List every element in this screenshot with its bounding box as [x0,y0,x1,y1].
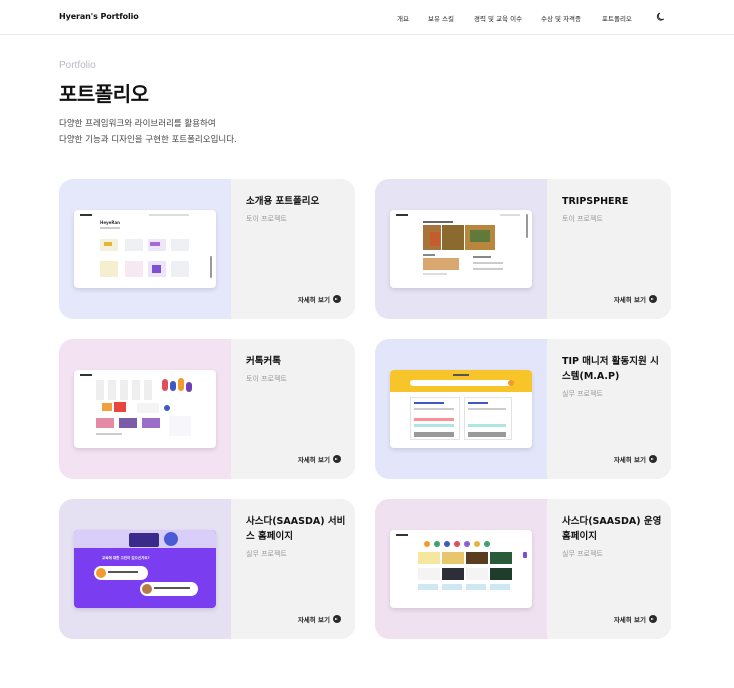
card-thumbnail [375,179,547,319]
nav-item-overview[interactable]: 개요 [397,13,409,23]
portfolio-card[interactable]: 커톡커톡 토이 프로젝트 자세히 보기 [59,339,355,479]
project-screenshot [390,530,532,608]
card-type: 토이 프로젝트 [246,215,287,223]
card-title: 사스다(SAASDA) 서비스 홈페이지 [246,516,346,542]
project-screenshot [390,210,532,288]
project-screenshot [74,370,216,448]
card-type: 실무 프로젝트 [562,550,603,558]
nav-item-career[interactable]: 경력 및 교육 이수 [474,13,522,23]
card-type: 실무 프로젝트 [246,550,287,558]
portfolio-card[interactable]: 사스다(SAASDA) 운영 홈페이지 실무 프로젝트 자세히 보기 [375,499,671,639]
detail-link-label: 자세히 보기 [613,456,646,464]
card-thumbnail: HeyeRan [59,179,231,319]
nav-item-portfolio[interactable]: 포트폴리오 [602,13,632,23]
portfolio-card[interactable]: 교육에 대한 고민이 있으신가요? 사스다(SAASDA) 서비스 홈페이지 실… [59,499,355,639]
card-info: 커톡커톡 토이 프로젝트 자세히 보기 [231,339,355,479]
project-screenshot: HeyeRan [74,210,216,288]
portfolio-card[interactable]: TRIPSPHERE 토이 프로젝트 자세히 보기 [375,179,671,319]
card-info: 소개용 포트폴리오 토이 프로젝트 자세히 보기 [231,179,355,319]
arrow-right-icon [333,295,341,303]
project-screenshot: 교육에 대한 고민이 있으신가요? [74,530,216,608]
arrow-right-icon [649,455,657,463]
project-screenshot [390,370,532,448]
card-title: TIP 매니저 활동지원 시스템(M.A.P) [562,356,659,382]
detail-link[interactable]: 자세히 보기 [614,294,657,304]
portfolio-card[interactable]: HeyeRan 소개용 포트폴리오 토이 프로젝트 자세히 보기 [59,179,355,319]
card-thumbnail [375,339,547,479]
main-nav: 개요 보유 스킬 경력 및 교육 이수 수상 및 자격증 포트폴리오 [0,13,734,25]
shot-caption: HeyeRan [100,220,121,225]
card-thumbnail [59,339,231,479]
arrow-right-icon [333,615,341,623]
detail-link[interactable]: 자세히 보기 [298,294,341,304]
detail-link[interactable]: 자세히 보기 [298,454,341,464]
card-type: 토이 프로젝트 [562,215,603,223]
detail-link-label: 자세히 보기 [297,456,330,464]
arrow-right-icon [649,295,657,303]
arrow-right-icon [649,615,657,623]
card-title: 소개용 포트폴리오 [246,196,320,207]
card-info: 사스다(SAASDA) 서비스 홈페이지 실무 프로젝트 자세히 보기 [231,499,355,639]
detail-link-label: 자세히 보기 [613,296,646,304]
card-title: TRIPSPHERE [562,196,629,207]
detail-link[interactable]: 자세히 보기 [614,454,657,464]
card-title: 커톡커톡 [246,356,281,367]
section-intro: 다양한 프레임워크와 라이브러리를 활용하여 다양한 기능과 디자인을 구현한 … [59,116,359,148]
intro-line: 다양한 기능과 디자인을 구현한 포트폴리오입니다. [59,135,237,145]
card-thumbnail [375,499,547,639]
card-title: 사스다(SAASDA) 운영 홈페이지 [562,516,662,542]
card-type: 토이 프로젝트 [246,375,287,383]
nav-item-awards[interactable]: 수상 및 자격증 [541,13,581,23]
detail-link-label: 자세히 보기 [297,616,330,624]
moon-icon[interactable] [656,11,667,22]
card-info: TRIPSPHERE 토이 프로젝트 자세히 보기 [547,179,671,319]
shot-caption: 교육에 대한 고민이 있으신가요? [102,556,150,560]
page-title: 포트폴리오 [59,82,149,106]
intro-line: 다양한 프레임워크와 라이브러리를 활용하여 [59,119,216,129]
arrow-right-icon [333,455,341,463]
card-type: 실무 프로젝트 [562,390,603,398]
nav-item-skills[interactable]: 보유 스킬 [428,13,454,23]
card-thumbnail: 교육에 대한 고민이 있으신가요? [59,499,231,639]
detail-link[interactable]: 자세히 보기 [614,614,657,624]
detail-link[interactable]: 자세히 보기 [298,614,341,624]
card-info: TIP 매니저 활동지원 시스템(M.A.P) 실무 프로젝트 자세히 보기 [547,339,671,479]
detail-link-label: 자세히 보기 [613,616,646,624]
detail-link-label: 자세히 보기 [297,296,330,304]
portfolio-card[interactable]: TIP 매니저 활동지원 시스템(M.A.P) 실무 프로젝트 자세히 보기 [375,339,671,479]
card-info: 사스다(SAASDA) 운영 홈페이지 실무 프로젝트 자세히 보기 [547,499,671,639]
section-eyebrow: Portfolio [59,60,96,71]
site-header: Hyeran's Portfolio 개요 보유 스킬 경력 및 교육 이수 수… [0,0,734,35]
